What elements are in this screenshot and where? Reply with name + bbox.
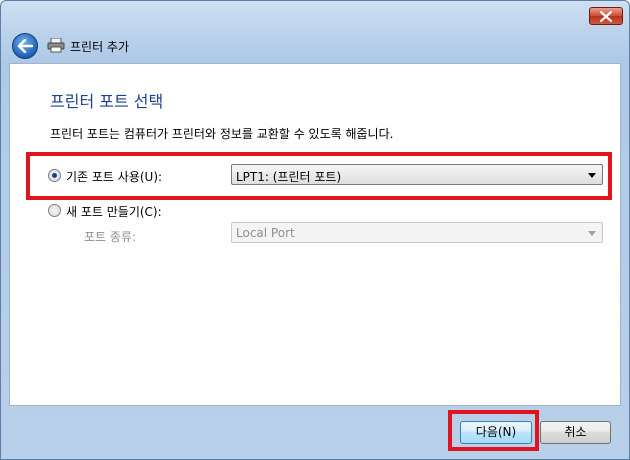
cancel-button[interactable]: 취소 (540, 421, 611, 444)
chevron-down-icon (588, 173, 596, 178)
page-description: 프린터 포트는 컴퓨터가 프린터와 정보를 교환할 수 있도록 해줍니다. (50, 127, 394, 141)
page-heading: 프린터 포트 선택 (50, 92, 164, 111)
back-button[interactable] (12, 33, 38, 59)
wizard-content: 프린터 포트 선택 프린터 포트는 컴퓨터가 프린터와 정보를 교환할 수 있도… (9, 63, 621, 406)
back-arrow-icon (17, 39, 33, 53)
existing-port-radio[interactable] (48, 169, 61, 182)
add-printer-window: 프린터 추가 프린터 포트 선택 프린터 포트는 컴퓨터가 프린터와 정보를 교… (0, 0, 630, 460)
printer-icon (47, 38, 65, 53)
window-title: 프린터 추가 (70, 40, 130, 54)
new-port-radio[interactable] (48, 204, 61, 217)
port-type-label: 포트 종류: (84, 230, 137, 244)
existing-port-select[interactable]: LPT1: (프린터 포트) (231, 164, 603, 185)
next-button[interactable]: 다음(N) (460, 421, 532, 444)
chevron-down-icon (588, 231, 596, 236)
port-type-select[interactable]: Local Port (231, 222, 603, 243)
close-button[interactable] (589, 7, 623, 25)
existing-port-value: LPT1: (프린터 포트) (236, 170, 342, 184)
new-port-label: 새 포트 만들기(C): (66, 205, 162, 219)
close-icon (600, 11, 612, 22)
existing-port-label: 기존 포트 사용(U): (66, 170, 163, 184)
port-type-value: Local Port (236, 226, 295, 240)
